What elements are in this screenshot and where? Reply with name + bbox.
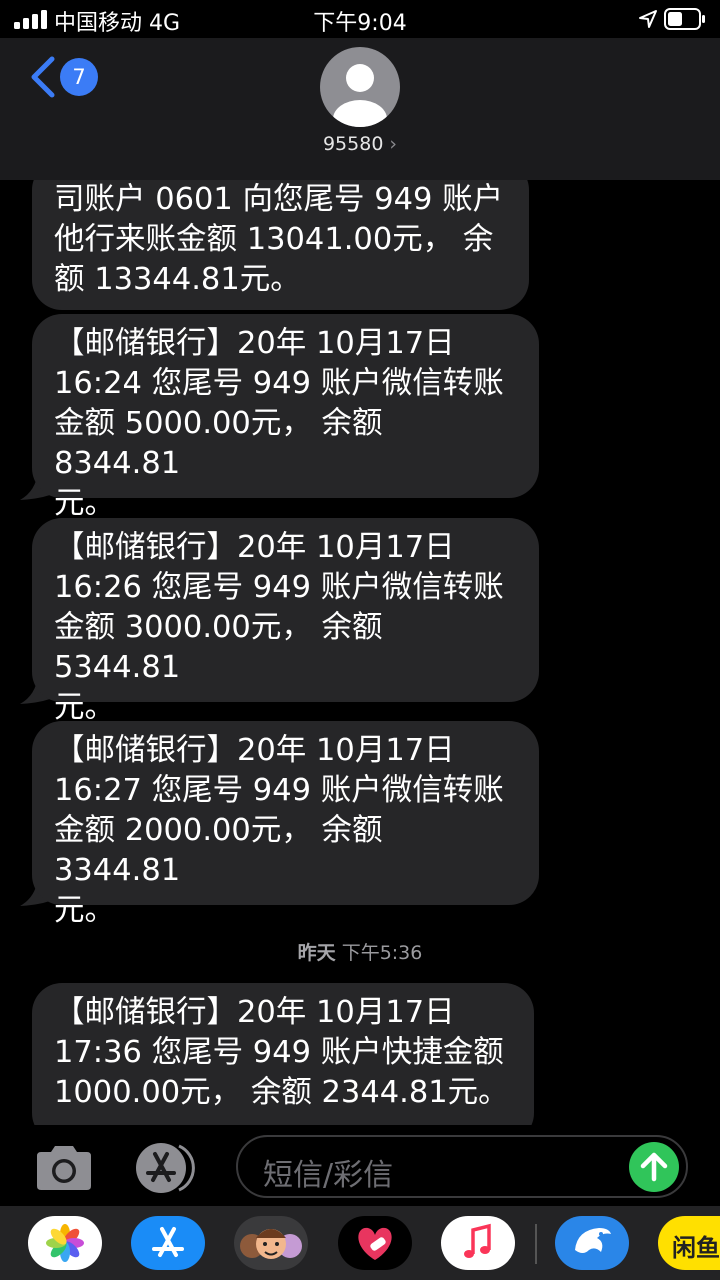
battery-icon [664,8,705,30]
back-button[interactable]: 7 [28,55,102,99]
location-arrow-icon [639,10,657,28]
camera-icon[interactable] [33,1144,95,1192]
message-list[interactable]: 司账户 0601 向您尾号 949 账户 他行来账金额 13041.00元， 余… [0,180,720,1125]
message-bubble[interactable]: 【邮储银行】20年 10月17日 16:26 您尾号 949 账户微信转账 金额… [32,518,539,725]
music-icon[interactable] [441,1216,515,1270]
contact-name-button[interactable]: 95580 › [0,133,720,155]
app-drawer: 闲鱼 [0,1206,720,1280]
back-chevron-icon [31,56,55,98]
chevron-right-icon: › [389,133,398,155]
timestamp-time: 下午5:36 [341,942,423,964]
photos-icon[interactable] [28,1216,102,1270]
message-timestamp: 昨天 下午5:36 [0,938,720,965]
status-time: 下午9:04 [313,11,407,36]
app-store-icon[interactable] [131,1216,205,1270]
timestamp-day: 昨天 [297,942,336,964]
xianyu-label: 闲鱼 [672,1234,720,1262]
message-bubble[interactable]: 司账户 0601 向您尾号 949 账户 他行来账金额 13041.00元， 余… [32,180,529,310]
send-button[interactable] [629,1142,679,1192]
heart-sticker-icon[interactable] [338,1216,412,1270]
status-bar: 中国移动 4G 下午9:04 [0,0,720,38]
memoji-icon[interactable] [234,1216,308,1270]
contact-name: 95580 [322,133,384,155]
dock-divider [535,1224,537,1264]
xianyu-icon[interactable]: 闲鱼 [658,1216,720,1270]
app-store-icon[interactable] [135,1142,203,1194]
unread-count-badge: 7 [60,58,98,96]
message-input-placeholder: 短信/彩信 [263,1158,394,1193]
message-bubble[interactable]: 【邮储银行】20年 10月17日 16:27 您尾号 949 账户微信转账 金额… [32,721,539,928]
message-bubble[interactable]: 【邮储银行】20年 10月17日 17:36 您尾号 949 账户快捷金额 10… [32,983,534,1125]
dolphin-app-icon[interactable] [555,1216,629,1270]
avatar-icon[interactable] [320,47,400,127]
message-input[interactable]: 短信/彩信 [236,1135,688,1198]
message-bubble[interactable]: 【邮储银行】20年 10月17日 16:24 您尾号 949 账户微信转账 金额… [32,314,539,521]
